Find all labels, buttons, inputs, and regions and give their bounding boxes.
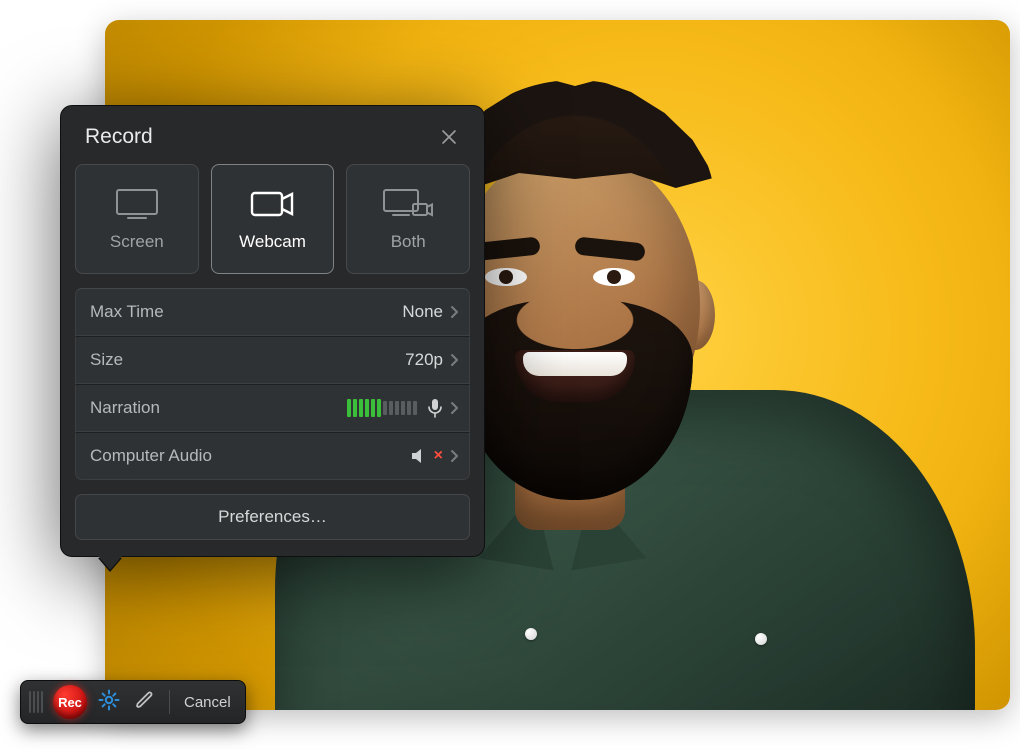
chevron-right-icon bbox=[449, 401, 459, 415]
close-button[interactable] bbox=[436, 124, 462, 150]
screen-webcam-icon bbox=[381, 186, 435, 222]
chevron-right-icon bbox=[449, 353, 459, 367]
webcam-icon bbox=[248, 186, 298, 222]
setting-computer-audio[interactable]: Computer Audio × bbox=[75, 432, 470, 480]
mode-label: Webcam bbox=[239, 232, 306, 252]
setting-label: Narration bbox=[90, 398, 347, 418]
chevron-right-icon bbox=[449, 305, 459, 319]
mode-screen-button[interactable]: Screen bbox=[75, 164, 199, 274]
setting-narration[interactable]: Narration bbox=[75, 384, 470, 432]
record-toolbar: Rec Cancel bbox=[20, 680, 246, 724]
record-button[interactable]: Rec bbox=[53, 685, 87, 719]
settings-button[interactable] bbox=[95, 688, 123, 716]
panel-tail bbox=[98, 556, 122, 570]
record-panel: Record Screen bbox=[60, 105, 485, 557]
setting-label: Computer Audio bbox=[90, 446, 410, 466]
mode-both-button[interactable]: Both bbox=[346, 164, 470, 274]
mode-label: Screen bbox=[110, 232, 164, 252]
chevron-right-icon bbox=[449, 449, 459, 463]
setting-value: 720p bbox=[405, 350, 443, 370]
toolbar-divider bbox=[169, 690, 170, 714]
setting-max-time[interactable]: Max Time None bbox=[75, 288, 470, 336]
setting-size[interactable]: Size 720p bbox=[75, 336, 470, 384]
speaker-muted-icon bbox=[410, 447, 430, 465]
audio-level-meter bbox=[347, 398, 417, 418]
record-label: Rec bbox=[58, 695, 82, 710]
mode-webcam-button[interactable]: Webcam bbox=[211, 164, 335, 274]
microphone-icon bbox=[427, 398, 443, 418]
setting-label: Size bbox=[90, 350, 405, 370]
setting-value: None bbox=[402, 302, 443, 322]
annotate-button[interactable] bbox=[131, 688, 159, 716]
mode-label: Both bbox=[391, 232, 426, 252]
panel-title: Record bbox=[85, 125, 153, 149]
pen-icon bbox=[134, 689, 156, 716]
setting-label: Max Time bbox=[90, 302, 402, 322]
close-icon bbox=[440, 128, 458, 146]
drag-grip-icon[interactable] bbox=[27, 691, 45, 713]
gear-icon bbox=[97, 688, 121, 717]
cancel-button[interactable]: Cancel bbox=[180, 690, 235, 715]
mute-x-icon: × bbox=[434, 447, 443, 465]
monitor-icon bbox=[114, 186, 160, 222]
preferences-button[interactable]: Preferences… bbox=[75, 494, 470, 540]
